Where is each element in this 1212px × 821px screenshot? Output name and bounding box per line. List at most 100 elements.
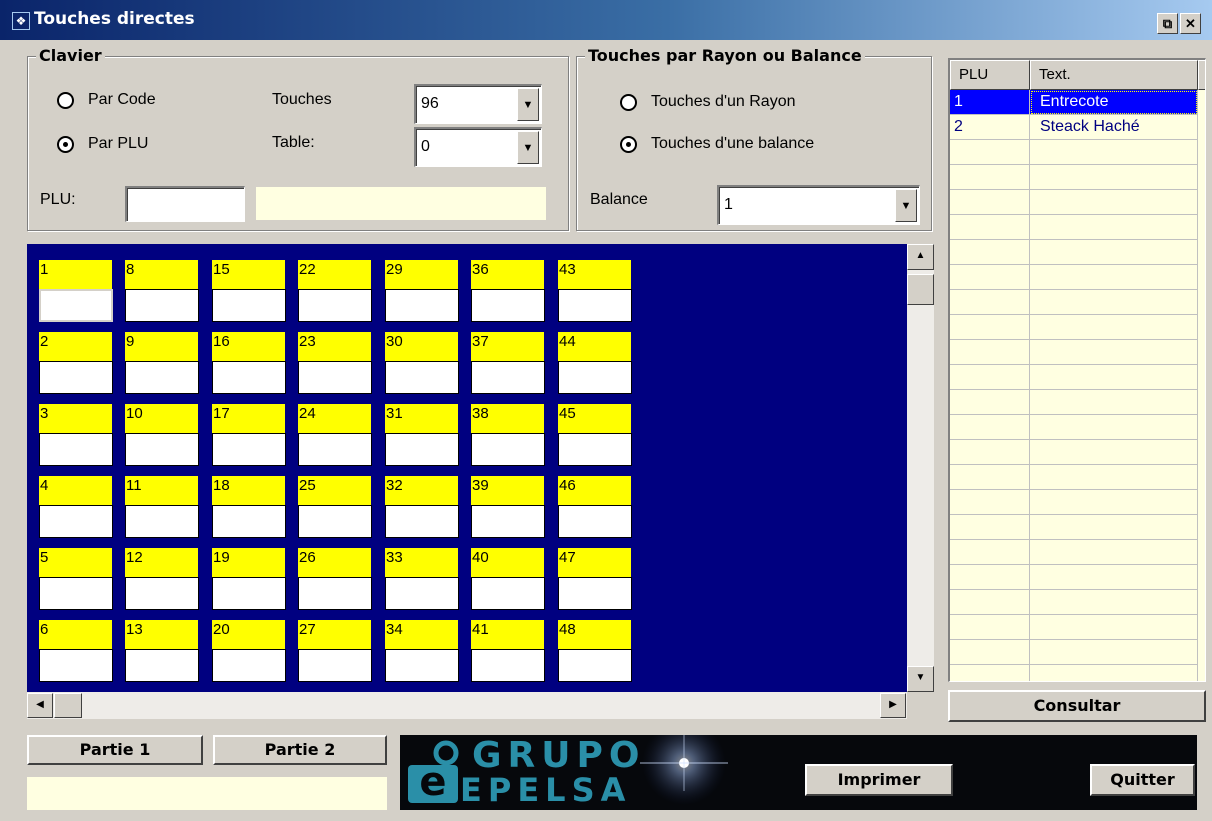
key-plu-input[interactable] (39, 577, 113, 610)
radio-touches-rayon[interactable] (620, 94, 637, 111)
list-item[interactable] (950, 540, 1204, 565)
balance-dropdown-button[interactable]: ▼ (895, 189, 917, 222)
list-item[interactable] (950, 565, 1204, 590)
key-plu-input[interactable] (558, 433, 632, 466)
list-item[interactable] (950, 215, 1204, 240)
key-plu-input[interactable] (385, 433, 459, 466)
key-plu-input[interactable] (125, 649, 199, 682)
key-plu-input[interactable] (558, 649, 632, 682)
key-plu-input[interactable] (298, 433, 372, 466)
key-plu-input[interactable] (471, 649, 545, 682)
list-item[interactable] (950, 440, 1204, 465)
horizontal-scrollbar[interactable] (27, 692, 907, 719)
key-plu-input[interactable] (558, 361, 632, 394)
key-plu-input[interactable] (212, 433, 286, 466)
list-item[interactable] (950, 590, 1204, 615)
vertical-scroll-thumb[interactable] (907, 274, 934, 305)
key-plu-input[interactable] (385, 505, 459, 538)
column-header-plu[interactable]: PLU (950, 60, 1030, 90)
list-item[interactable] (950, 465, 1204, 490)
restore-icon: ⧉ (1162, 16, 1173, 31)
scroll-left-button[interactable]: ◀ (27, 693, 53, 718)
list-item[interactable] (950, 490, 1204, 515)
table-dropdown-button[interactable]: ▼ (517, 131, 539, 164)
scroll-up-button[interactable]: ▲ (907, 244, 934, 270)
balance-select[interactable]: 1 ▼ (717, 185, 920, 225)
key-plu-input[interactable] (212, 505, 286, 538)
column-header-text[interactable]: Text. (1030, 60, 1198, 90)
key-number-label: 16 (212, 332, 285, 361)
vertical-scrollbar[interactable] (907, 244, 934, 692)
list-item[interactable]: 2 Steack Haché (950, 115, 1204, 140)
scroll-right-button[interactable]: ▶ (880, 693, 906, 718)
list-item[interactable] (950, 265, 1204, 290)
restore-button[interactable]: ⧉ (1157, 13, 1178, 34)
key-plu-input[interactable] (125, 433, 199, 466)
touches-select[interactable]: 96 ▼ (414, 84, 542, 124)
horizontal-scroll-thumb[interactable] (54, 693, 82, 718)
key-plu-input[interactable] (471, 505, 545, 538)
list-item[interactable] (950, 390, 1204, 415)
plu-list[interactable]: PLU Text. 1 Entrecote 2 Steack Haché (948, 58, 1206, 682)
key-plu-input[interactable] (212, 577, 286, 610)
list-item[interactable] (950, 315, 1204, 340)
key-plu-input[interactable] (125, 289, 199, 322)
radio-par-code[interactable] (57, 92, 74, 109)
key-plu-input[interactable] (298, 289, 372, 322)
list-item[interactable] (950, 240, 1204, 265)
key-plu-input[interactable] (471, 289, 545, 322)
close-button[interactable]: ✕ (1180, 13, 1201, 34)
list-cell-text (1030, 590, 1198, 615)
key-plu-input[interactable] (558, 505, 632, 538)
list-item[interactable]: 1 Entrecote (950, 90, 1204, 115)
key-plu-input[interactable] (39, 361, 113, 394)
key-plu-input[interactable] (471, 433, 545, 466)
key-plu-input[interactable] (298, 649, 372, 682)
key-plu-input[interactable] (125, 361, 199, 394)
list-item[interactable] (950, 415, 1204, 440)
key-plu-input[interactable] (558, 577, 632, 610)
key-plu-input[interactable] (39, 289, 113, 322)
list-item[interactable] (950, 365, 1204, 390)
app-icon: ❖ (12, 12, 30, 30)
key-plu-input[interactable] (298, 577, 372, 610)
consultar-button[interactable]: Consultar (948, 690, 1206, 722)
table-select[interactable]: 0 ▼ (414, 127, 542, 167)
touches-dropdown-button[interactable]: ▼ (517, 88, 539, 121)
key-plu-input[interactable] (39, 505, 113, 538)
touches-label: Touches (272, 91, 332, 108)
radio-touches-balance[interactable] (620, 136, 637, 153)
list-item[interactable] (950, 640, 1204, 665)
list-item[interactable] (950, 340, 1204, 365)
list-item[interactable] (950, 140, 1204, 165)
key-plu-input[interactable] (212, 361, 286, 394)
key-plu-input[interactable] (39, 433, 113, 466)
scroll-down-button[interactable]: ▼ (907, 666, 934, 692)
key-plu-input[interactable] (385, 361, 459, 394)
list-item[interactable] (950, 515, 1204, 540)
key-plu-input[interactable] (212, 649, 286, 682)
key-plu-input[interactable] (558, 289, 632, 322)
partie-2-button[interactable]: Partie 2 (213, 735, 387, 765)
list-item[interactable] (950, 665, 1204, 681)
key-plu-input[interactable] (212, 289, 286, 322)
key-plu-input[interactable] (298, 505, 372, 538)
imprimer-button[interactable]: Imprimer (805, 764, 953, 796)
partie-1-button[interactable]: Partie 1 (27, 735, 203, 765)
list-item[interactable] (950, 190, 1204, 215)
key-plu-input[interactable] (471, 577, 545, 610)
key-plu-input[interactable] (385, 649, 459, 682)
key-plu-input[interactable] (125, 577, 199, 610)
list-item[interactable] (950, 615, 1204, 640)
key-plu-input[interactable] (471, 361, 545, 394)
radio-par-plu[interactable] (57, 136, 74, 153)
key-plu-input[interactable] (298, 361, 372, 394)
plu-input[interactable] (125, 186, 245, 222)
quitter-button[interactable]: Quitter (1090, 764, 1195, 796)
key-plu-input[interactable] (385, 577, 459, 610)
key-plu-input[interactable] (125, 505, 199, 538)
key-plu-input[interactable] (39, 649, 113, 682)
key-plu-input[interactable] (385, 289, 459, 322)
list-item[interactable] (950, 165, 1204, 190)
list-item[interactable] (950, 290, 1204, 315)
